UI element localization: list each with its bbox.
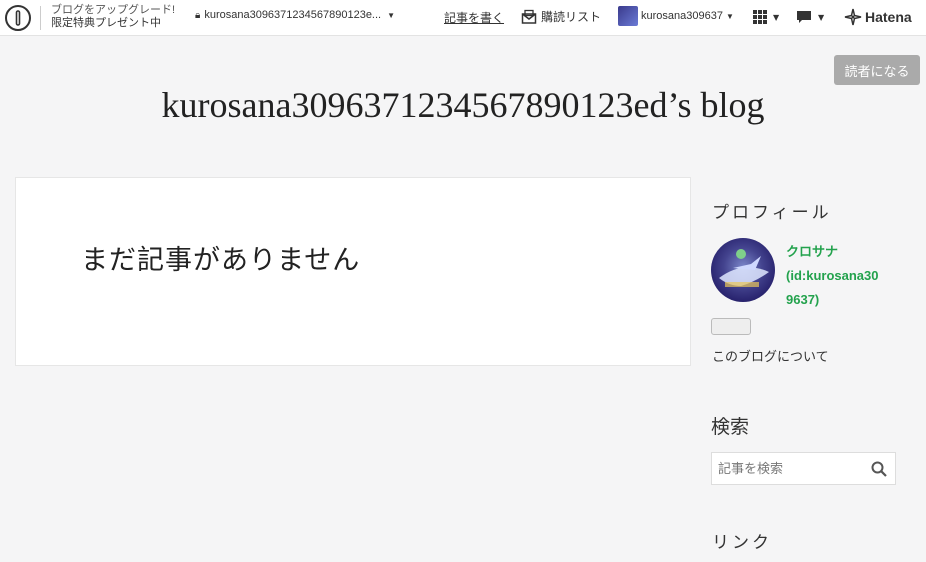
search-input[interactable] [718, 460, 868, 478]
follow-button[interactable] [711, 318, 751, 335]
hatena-blog-logo-icon[interactable] [5, 5, 31, 31]
username-label: kurosana309637 [641, 10, 723, 22]
reading-list-link[interactable]: 購読リスト [521, 8, 601, 25]
search-form [711, 452, 896, 485]
reading-list-icon [521, 9, 537, 24]
user-avatar [618, 6, 638, 26]
reading-list-label: 購読リスト [541, 10, 602, 24]
profile-avatar[interactable] [711, 238, 775, 302]
upgrade-promo-link[interactable]: ブログをアップグレード! 限定特典プレゼント中 [51, 4, 175, 30]
promo-line-2: 限定特典プレゼント中 [51, 17, 161, 29]
search-heading: 検索 [711, 416, 750, 438]
hatena-label: Hatena [865, 9, 912, 25]
header-divider [40, 6, 41, 30]
profile-name-link[interactable]: クロサナ (id:kurosana30 9637) [786, 240, 878, 312]
blog-selector[interactable]: 🔒︎ kurosana3096371234567890123e... ▼ [195, 9, 395, 21]
blog-title[interactable]: kurosana3096371234567890123ed’s blog [0, 84, 926, 126]
lock-icon: 🔒︎ [195, 9, 201, 21]
profile-heading: プロフィール [712, 203, 832, 223]
about-blog-link[interactable]: このブログについて [712, 346, 829, 365]
main-content: まだ記事がありません [15, 177, 691, 366]
profile-nickname: クロサナ [786, 244, 839, 259]
hatena-logo-icon [844, 8, 862, 26]
apps-grid-icon [753, 10, 767, 24]
user-menu[interactable]: kurosana309637 ▼ [618, 6, 734, 26]
profile-id-line1: (id:kurosana30 [786, 268, 879, 283]
subscribe-button[interactable]: 読者になる [834, 55, 920, 85]
caret-icon: ▼ [387, 10, 396, 20]
hatena-home-link[interactable]: Hatena [844, 8, 912, 26]
caret-icon: ▼ [818, 12, 825, 22]
chat-icon [797, 11, 811, 23]
caret-icon: ▼ [725, 11, 734, 21]
profile-id-line2: 9637) [786, 292, 820, 307]
search-icon[interactable] [871, 461, 887, 481]
apps-menu[interactable]: ▼ [753, 10, 779, 24]
links-heading: リンク [712, 533, 772, 553]
caret-icon: ▼ [773, 12, 780, 22]
notifications-menu[interactable]: ▼ [796, 10, 824, 24]
no-entries-message: まだ記事がありません [81, 245, 361, 276]
write-entry-link[interactable]: 記事を書く [444, 9, 504, 26]
profile-avatar-image [719, 249, 769, 287]
global-header: ブログをアップグレード! 限定特典プレゼント中 🔒︎ kurosana30963… [0, 0, 926, 36]
blog-selector-label: kurosana3096371234567890123e... [204, 9, 382, 21]
promo-line-1: ブログをアップグレード! [51, 4, 176, 16]
